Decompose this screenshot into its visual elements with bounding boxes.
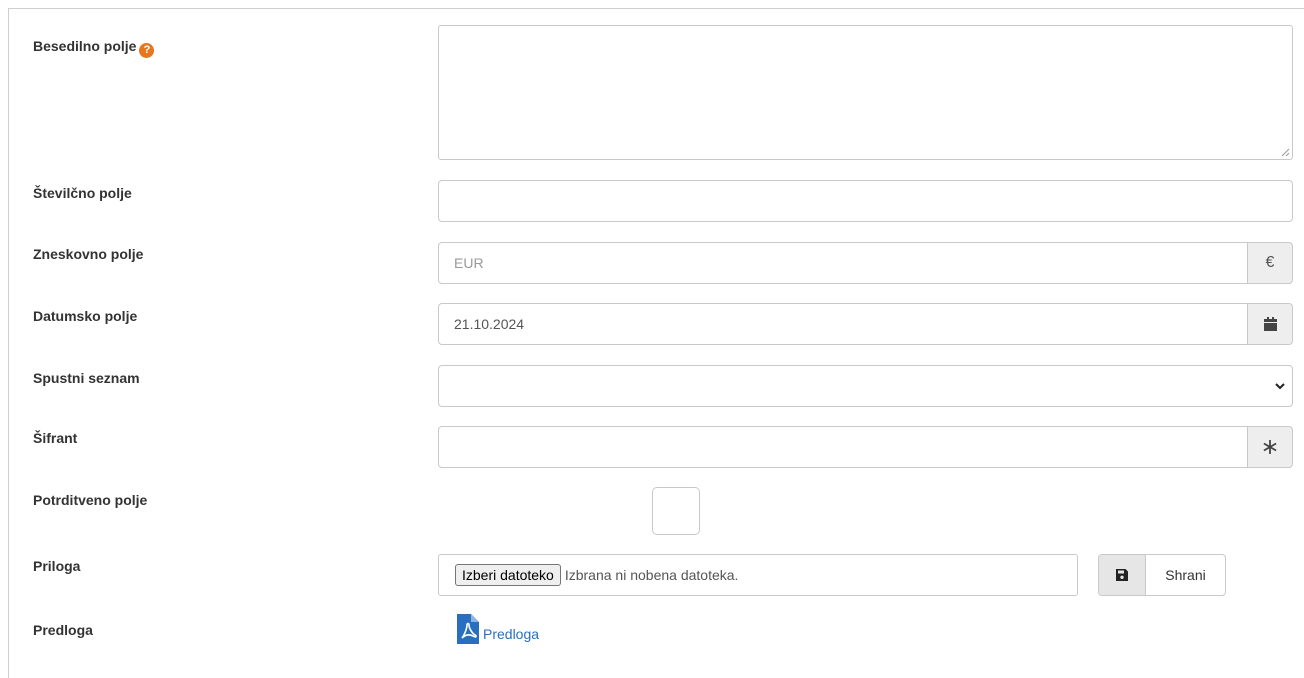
save-button[interactable]: Shrani — [1098, 554, 1226, 596]
floppy-disk-icon — [1116, 569, 1128, 581]
euro-icon: € — [1265, 254, 1275, 271]
datumsko-polje-input[interactable]: 21.10.2024 — [438, 303, 1248, 345]
spustni-seznam-label: Spustni seznam — [33, 370, 140, 386]
stevilcno-polje-input[interactable] — [438, 180, 1293, 222]
calendar-button[interactable] — [1247, 303, 1293, 345]
potrditveno-polje-checkbox[interactable] — [652, 487, 700, 535]
asterisk-icon — [1263, 440, 1277, 454]
potrditveno-polje-label: Potrditveno polje — [33, 492, 148, 508]
resize-grip-icon[interactable] — [1281, 148, 1290, 157]
besedilno-polje-label: Besedilno polje? — [33, 36, 155, 58]
sifrant-label: Šifrant — [33, 430, 78, 446]
zneskovno-polje-label: Zneskovno polje — [33, 246, 144, 262]
spustni-seznam-select[interactable] — [438, 365, 1293, 407]
predloga-label: Predloga — [33, 622, 93, 638]
besedilno-polje-label-text: Besedilno polje — [33, 38, 137, 54]
predloga-link-text: Predloga — [483, 626, 540, 642]
datumsko-polje-label: Datumsko polje — [33, 308, 138, 324]
datumsko-polje-value: 21.10.2024 — [454, 316, 525, 332]
besedilno-polje-textarea[interactable] — [438, 25, 1293, 160]
chevron-down-icon — [1275, 383, 1285, 390]
priloga-file-input[interactable]: Izberi datoteko Izbrana ni nobena datote… — [438, 554, 1078, 596]
sifrant-input[interactable] — [438, 426, 1248, 468]
priloga-label: Priloga — [33, 558, 81, 574]
euro-addon: € — [1247, 242, 1293, 284]
question-circle-icon[interactable]: ? — [139, 43, 155, 58]
choose-file-button[interactable]: Izberi datoteko — [455, 564, 561, 586]
zneskovno-polje-input[interactable]: EUR — [438, 242, 1248, 284]
sifrant-lookup-button[interactable] — [1247, 426, 1293, 468]
pdf-file-icon — [457, 614, 479, 644]
calendar-icon — [1263, 317, 1277, 331]
zneskovno-polje-placeholder: EUR — [454, 255, 484, 271]
save-button-label: Shrani — [1165, 567, 1206, 583]
save-icon-box — [1099, 555, 1146, 595]
file-status-text: Izbrana ni nobena datoteka. — [564, 567, 739, 583]
predloga-link[interactable]: Predloga — [457, 614, 539, 644]
stevilcno-polje-label: Številčno polje — [33, 185, 132, 201]
